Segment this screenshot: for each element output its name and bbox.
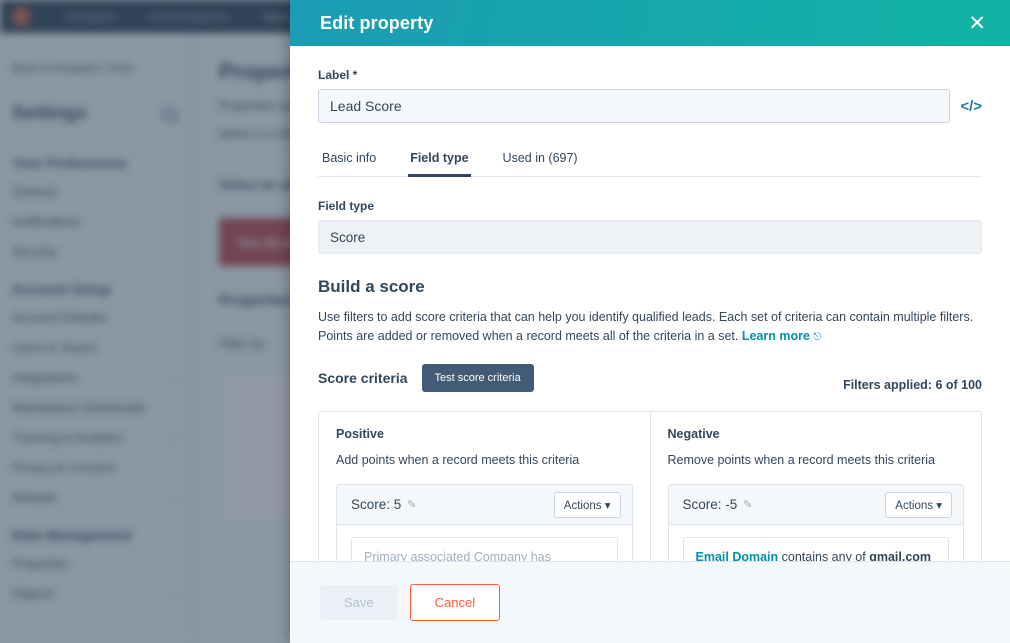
close-icon[interactable]: ✕ <box>964 11 990 36</box>
positive-column-subtitle: Add points when a record meets this crit… <box>336 453 580 467</box>
negative-score-header: Score: -5 ✎ Actions ▾ <box>668 485 963 525</box>
positive-column: Positive Add points when a record meets … <box>319 412 651 561</box>
positive-actions-button[interactable]: Actions ▾ <box>553 491 621 518</box>
modal-body: Label * </> Basic info Field type Used i… <box>290 46 1010 561</box>
positive-score-label-group: Score: 5 ✎ <box>351 497 417 512</box>
modal-header: Edit property ✕ <box>290 0 1010 46</box>
field-type-label: Field type <box>318 199 375 213</box>
negative-score-label: Score: -5 <box>682 497 738 512</box>
chevron-down-icon: ▾ <box>936 499 942 512</box>
negative-actions-button[interactable]: Actions ▾ <box>885 491 952 518</box>
label-input[interactable] <box>318 89 951 123</box>
test-score-criteria-button[interactable]: Test score criteria <box>421 364 534 392</box>
positive-actions-label: Actions <box>563 499 602 512</box>
negative-actions-label: Actions <box>895 499 934 512</box>
tab-field-type[interactable]: Field type <box>408 145 471 177</box>
positive-column-title: Positive <box>336 427 384 441</box>
cancel-button[interactable]: Cancel <box>409 584 501 621</box>
label-field-label: Label * <box>318 68 358 82</box>
save-button[interactable]: Save <box>320 585 398 620</box>
field-type-value: Score <box>318 220 982 254</box>
external-link-icon: ⎋ <box>813 332 822 343</box>
label-field-row: </> <box>318 89 982 123</box>
filter-property: Email Domain <box>695 550 779 561</box>
score-criteria-row: Score criteria Test score criteria Filte… <box>318 364 982 392</box>
code-brackets-icon[interactable]: </> <box>960 98 982 115</box>
filter-operator: contains any of <box>778 550 870 561</box>
learn-more-link[interactable]: Learn more <box>742 329 810 343</box>
chevron-down-icon: ▾ <box>604 499 611 512</box>
positive-filter-pill[interactable]: Primary associated Company has <box>351 537 618 561</box>
negative-column-subtitle: Remove points when a record meets this c… <box>667 453 935 467</box>
modal-tabs: Basic info Field type Used in (697) <box>318 145 982 177</box>
build-description-text: Use filters to add score criteria that c… <box>318 310 974 343</box>
filters-applied-count: Filters applied: 6 of 100 <box>843 378 982 392</box>
build-a-score-heading: Build a score <box>318 277 425 296</box>
edit-property-modal: Edit property ✕ Label * </> Basic info F… <box>290 0 1010 643</box>
negative-score-label-group: Score: -5 ✎ <box>683 497 753 512</box>
build-a-score-description: Use filters to add score criteria that c… <box>318 308 982 347</box>
negative-column: Negative Remove points when a record mee… <box>651 412 982 561</box>
pencil-icon[interactable]: ✎ <box>743 498 752 511</box>
tab-used-in[interactable]: Used in (697) <box>501 145 580 177</box>
positive-score-card: Score: 5 ✎ Actions ▾ Primary associated … <box>336 484 633 561</box>
criteria-columns: Positive Add points when a record meets … <box>318 411 982 561</box>
positive-score-label: Score: 5 <box>351 497 402 512</box>
modal-title: Edit property <box>320 12 434 33</box>
positive-score-body: Primary associated Company has <box>337 525 632 561</box>
pencil-icon[interactable]: ✎ <box>407 498 416 511</box>
modal-footer: Save Cancel <box>290 561 1010 643</box>
filter-value-1: gmail.com <box>869 550 932 561</box>
positive-score-header: Score: 5 ✎ Actions ▾ <box>337 485 632 525</box>
negative-filter-pill[interactable]: Email Domain contains any of gmail.com o… <box>682 537 949 561</box>
score-criteria-heading: Score criteria <box>318 370 408 386</box>
tab-basic-info[interactable]: Basic info <box>320 145 378 177</box>
negative-column-title: Negative <box>667 427 720 441</box>
negative-score-body: Email Domain contains any of gmail.com o… <box>668 525 963 561</box>
negative-score-card: Score: -5 ✎ Actions ▾ Email Domain conta… <box>667 484 964 561</box>
